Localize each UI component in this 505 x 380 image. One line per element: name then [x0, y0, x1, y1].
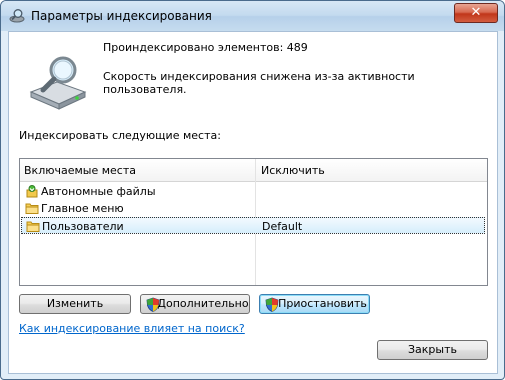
list-item-users[interactable]: Пользователи Default — [21, 217, 485, 234]
list-item-name: Главное меню — [41, 202, 124, 215]
list-header: Включаемые места Исключить — [20, 159, 487, 182]
indexing-drive-icon — [29, 56, 87, 110]
title-bar[interactable]: Параметры индексирования ✕ — [1, 1, 504, 31]
indexing-status: Скорость индексирования снижена из-за ак… — [103, 70, 415, 96]
uac-shield-icon — [265, 297, 279, 312]
window-title: Параметры индексирования — [31, 9, 212, 23]
list-item-name: Автономные файлы — [41, 185, 156, 198]
indexed-count: Проиндексировано элементов: 489 — [103, 41, 308, 54]
modify-button-label: Изменить — [46, 297, 104, 310]
list-item-start-menu[interactable]: Главное меню — [21, 200, 485, 217]
indexing-icon — [9, 9, 25, 23]
offline-files-icon — [26, 185, 38, 198]
close-button-label: Закрыть — [408, 343, 457, 356]
close-window-button[interactable]: ✕ — [454, 3, 498, 23]
list-item-offline-files[interactable]: Автономные файлы — [21, 183, 485, 200]
advanced-button[interactable]: Дополнительно — [140, 294, 250, 314]
indexing-options-window: Параметры индексирования ✕ Проиндексиров… — [0, 0, 505, 380]
help-link[interactable]: Как индексирование влияет на поиск? — [19, 322, 245, 335]
pause-button-label: Приостановить — [278, 297, 367, 310]
folder-icon — [26, 221, 40, 232]
advanced-button-label: Дополнительно — [157, 297, 249, 310]
list-item-exclude: Default — [262, 220, 303, 233]
dialog-content: Проиндексировано элементов: 489 Скорость… — [8, 31, 498, 374]
folder-icon — [25, 203, 39, 214]
list-item-name: Пользователи — [42, 220, 124, 233]
included-locations-list[interactable]: Включаемые места Исключить Автономные фа… — [19, 158, 488, 286]
places-label: Индексировать следующие места: — [19, 129, 221, 142]
pause-button[interactable]: Приостановить — [259, 294, 370, 314]
column-header-included[interactable]: Включаемые места — [24, 164, 136, 177]
column-header-exclude[interactable]: Исключить — [261, 164, 325, 177]
close-button[interactable]: Закрыть — [377, 340, 488, 360]
uac-shield-icon — [146, 297, 160, 312]
modify-button[interactable]: Изменить — [19, 294, 131, 314]
